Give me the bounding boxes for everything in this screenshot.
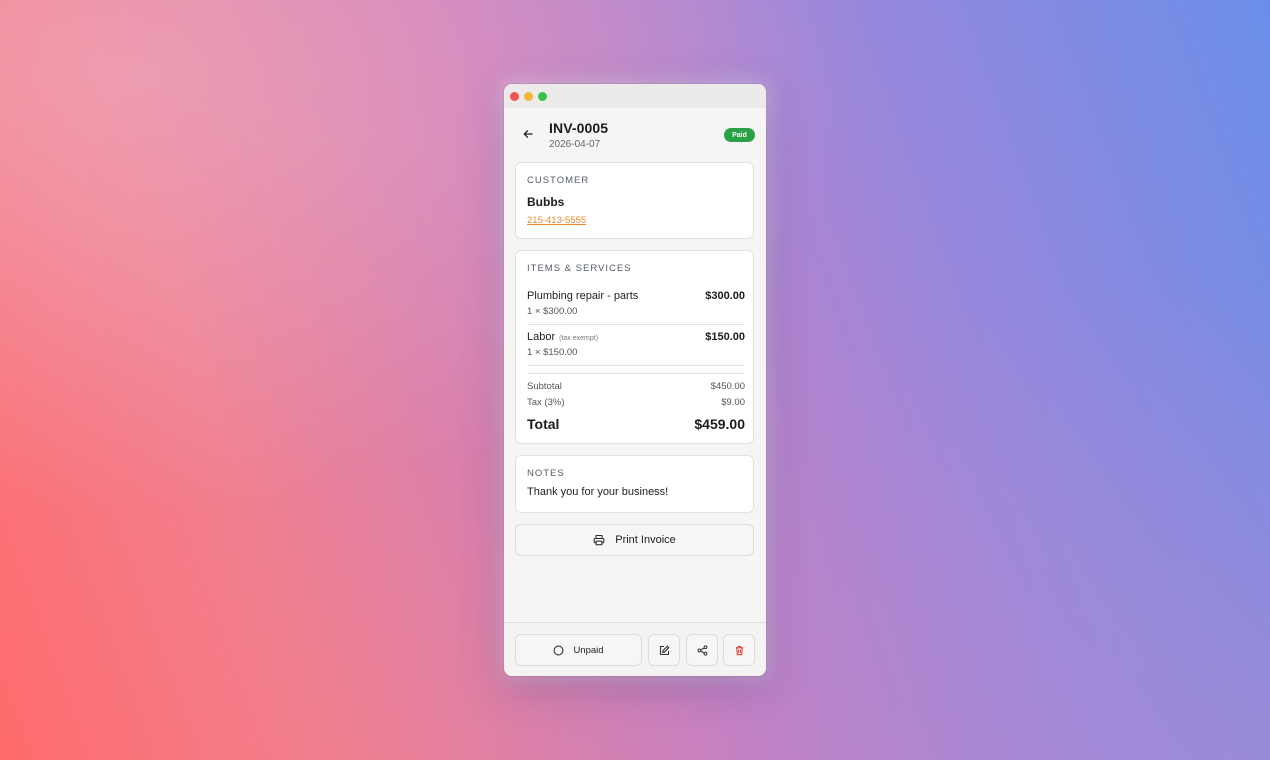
app-window: INV-0005 2026-04-07 Paid CUSTOMER Bubbs … xyxy=(504,84,766,676)
total-row: Total $459.00 xyxy=(527,416,745,432)
printer-icon xyxy=(593,534,605,546)
subtotal-value: $450.00 xyxy=(710,381,745,392)
notes-section-label: NOTES xyxy=(527,468,565,479)
share-button[interactable] xyxy=(686,634,718,666)
close-window-button[interactable] xyxy=(510,92,519,101)
subtotal-label: Subtotal xyxy=(527,381,562,392)
tax-value: $9.00 xyxy=(721,397,745,408)
status-badge: Paid xyxy=(724,128,755,142)
items-section-label: ITEMS & SERVICES xyxy=(527,263,632,274)
back-button[interactable] xyxy=(522,128,534,140)
totals-divider xyxy=(527,373,745,374)
line-item-amount: $150.00 xyxy=(705,331,745,343)
delete-button[interactable] xyxy=(723,634,755,666)
invoice-date: 2026-04-07 xyxy=(549,139,601,150)
edit-button[interactable] xyxy=(648,634,680,666)
share-icon xyxy=(697,644,708,656)
tax-exempt-note: (tax exempt) xyxy=(559,335,599,342)
tax-row: Tax (3%) $9.00 xyxy=(527,397,745,408)
item-divider xyxy=(527,324,745,325)
line-item-name: Plumbing repair - parts xyxy=(527,290,639,302)
customer-section-label: CUSTOMER xyxy=(527,175,590,186)
total-label: Total xyxy=(527,416,560,432)
invoice-number: INV-0005 xyxy=(549,120,609,136)
title-bar xyxy=(504,84,766,108)
circle-icon xyxy=(553,645,564,656)
arrow-left-icon xyxy=(523,129,533,139)
bottom-action-bar: Unpaid xyxy=(504,622,766,676)
edit-icon xyxy=(659,645,670,656)
maximize-window-button[interactable] xyxy=(538,92,547,101)
mark-unpaid-label: Unpaid xyxy=(573,644,604,656)
item-divider xyxy=(527,365,745,366)
minimize-window-button[interactable] xyxy=(524,92,533,101)
line-item-quantity: 1 × $300.00 xyxy=(527,306,578,317)
trash-icon xyxy=(734,645,745,656)
customer-name: Bubbs xyxy=(527,195,565,209)
subtotal-row: Subtotal $450.00 xyxy=(527,381,745,392)
line-item-amount: $300.00 xyxy=(705,290,745,302)
total-value: $459.00 xyxy=(694,416,745,432)
customer-card: CUSTOMER Bubbs 215-413-5555 xyxy=(515,162,754,239)
tax-label: Tax (3%) xyxy=(527,397,565,408)
line-item-name: Labor (tax exempt) xyxy=(527,331,599,343)
notes-card: NOTES Thank you for your business! xyxy=(515,455,754,513)
customer-phone-link[interactable]: 215-413-5555 xyxy=(527,215,586,226)
print-invoice-label: Print Invoice xyxy=(615,534,676,546)
notes-text: Thank you for your business! xyxy=(527,486,669,498)
line-item-quantity: 1 × $150.00 xyxy=(527,347,578,358)
mark-unpaid-button[interactable]: Unpaid xyxy=(515,634,642,666)
invoice-header: INV-0005 2026-04-07 Paid xyxy=(504,108,766,158)
items-card: ITEMS & SERVICES Plumbing repair - parts… xyxy=(515,250,754,444)
print-invoice-button[interactable]: Print Invoice xyxy=(515,524,754,556)
